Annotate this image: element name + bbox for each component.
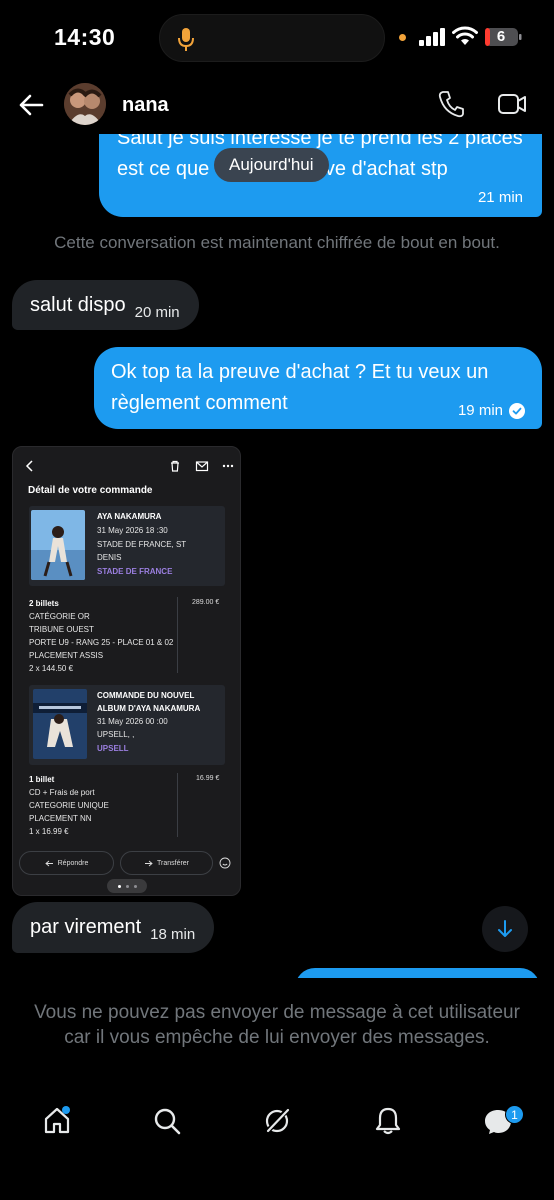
contact-name[interactable]: nana — [122, 94, 169, 117]
messages-badge: 1 — [505, 1105, 524, 1124]
battery-level: 6 — [496, 28, 506, 45]
order2-title-line1: COMMANDE DU NOUVEL — [97, 691, 195, 700]
order1-qty: 2 billets — [29, 599, 59, 608]
bottom-nav — [0, 1100, 554, 1160]
image-pager-dots — [107, 879, 147, 893]
divider-line — [177, 773, 178, 837]
wifi-icon — [452, 26, 478, 45]
status-bar: 14:30 6 — [0, 0, 554, 76]
message-text: salut dispo — [30, 293, 126, 316]
album-cover-image — [31, 510, 85, 580]
forward-label: Transférer — [156, 859, 190, 867]
microphone-icon — [178, 28, 194, 51]
message-time: 18 min — [150, 926, 196, 943]
more-icon — [222, 464, 234, 468]
privacy-indicator-dot — [399, 34, 406, 41]
blocked-notice: Vous ne pouvez pas envoyer de message à … — [34, 1002, 520, 1048]
message-time: 21 min — [477, 189, 523, 206]
reply-icon — [44, 860, 53, 866]
home-unread-dot — [62, 1106, 70, 1114]
order-heading: Détail de votre commande — [28, 485, 153, 496]
order2-tag: UPSELL — [97, 744, 129, 753]
order1-venue-line2: DENIS — [97, 553, 122, 562]
order2-unit-price: 1 x 16.99 € — [29, 827, 69, 836]
message-time: 20 min — [134, 303, 180, 321]
order2-placement: PLACEMENT NN — [29, 814, 92, 823]
emoji-icon — [219, 857, 231, 869]
order1-unit-price: 2 x 144.50 € — [29, 664, 74, 673]
grok-icon[interactable] — [262, 1106, 292, 1136]
contact-avatar[interactable] — [64, 83, 106, 125]
message-time: 19 min — [457, 402, 503, 419]
order1-artist: AYA NAKAMURA — [97, 512, 162, 521]
message-bubble-incoming[interactable]: par virement 18 min — [12, 902, 215, 953]
message-bubble-outgoing[interactable]: Ok top ta la preuve d'achat ? Et tu veux… — [94, 347, 542, 429]
scroll-to-bottom-button[interactable] — [482, 906, 528, 952]
mail-actions: Répondre Transférer — [19, 851, 236, 875]
order2-title-line2: ALBUM D'AYA NAKAMURA — [97, 704, 201, 713]
order1-seat: PORTE U9 - RANG 25 - PLACE 01 & 02 — [29, 638, 174, 647]
order2-date: 31 May 2026 00 :00 — [97, 717, 168, 726]
read-receipt-check-icon — [509, 402, 525, 419]
order1-price: 289.00 € — [192, 599, 220, 606]
order1-date: 31 May 2026 18 :30 — [97, 526, 168, 535]
forward-button: Transférer — [120, 851, 213, 875]
notifications-bell-icon[interactable] — [373, 1106, 403, 1136]
arrow-down-icon — [498, 920, 512, 937]
date-divider: Aujourd'hui — [214, 148, 329, 182]
forward-icon — [144, 860, 153, 866]
order2-category: CATEGORIE UNIQUE — [29, 801, 109, 810]
message-meta: 19 min — [458, 402, 525, 419]
order1-venue-tag: STADE DE FRANCE — [97, 567, 173, 576]
mail-toolbar — [13, 447, 240, 485]
back-arrow-icon[interactable] — [18, 92, 44, 118]
message-text: par virement — [30, 916, 142, 938]
dynamic-island — [159, 14, 385, 62]
mail-icon — [195, 461, 209, 472]
avatar-photo — [64, 83, 106, 125]
order2-price: 16.99 € — [196, 775, 220, 782]
order1-venue-line1: STADE DE FRANCE, ST — [97, 540, 187, 549]
phone-call-icon[interactable] — [438, 90, 464, 118]
chevron-left-icon — [25, 460, 33, 472]
trash-icon — [171, 460, 179, 472]
reply-label: Répondre — [57, 859, 89, 867]
message-bubble-incoming[interactable]: salut dispo 20 min — [12, 280, 199, 330]
cellular-signal-icon — [419, 28, 445, 46]
order1-tribune: TRIBUNE OUEST — [29, 625, 94, 634]
album-cover-image — [33, 689, 87, 759]
order1-placement: PLACEMENT ASSIS — [29, 651, 104, 660]
order2-qty: 1 billet — [29, 775, 55, 784]
order1-category: CATÉGORIE OR — [29, 612, 90, 621]
order2-item: CD + Frais de port — [29, 788, 95, 797]
encryption-notice: Cette conversation est maintenant chiffr… — [54, 233, 500, 252]
chat-header: nana — [0, 76, 554, 134]
order2-line: UPSELL, , — [97, 730, 135, 739]
image-attachment[interactable]: Détail de votre commande AYA NAKAMURA 31… — [12, 446, 241, 896]
divider-line — [177, 597, 178, 673]
status-time: 14:30 — [54, 24, 116, 50]
reply-button: Répondre — [19, 851, 114, 875]
search-icon[interactable] — [152, 1106, 182, 1136]
video-call-icon[interactable] — [497, 91, 527, 117]
